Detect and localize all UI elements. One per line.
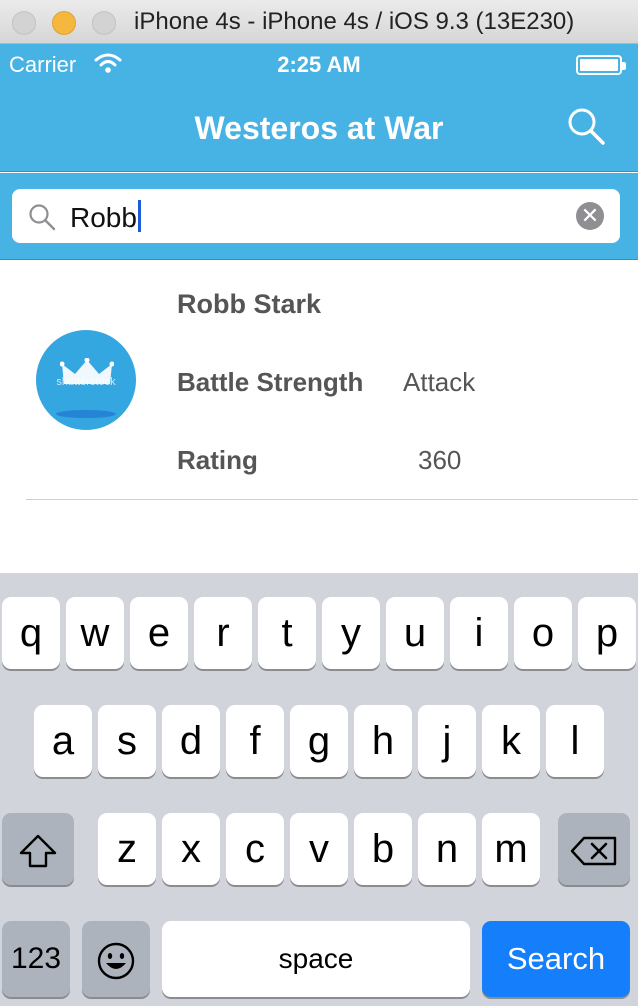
- nav-title: Westeros at War: [194, 110, 444, 146]
- key-f[interactable]: f: [226, 705, 284, 777]
- space-key[interactable]: space: [162, 921, 470, 997]
- shift-key[interactable]: [2, 813, 74, 885]
- key-n[interactable]: n: [418, 813, 476, 885]
- battery-icon: [576, 55, 626, 75]
- key-t[interactable]: t: [258, 597, 316, 669]
- key-r[interactable]: r: [194, 597, 252, 669]
- search-icon[interactable]: [566, 106, 606, 146]
- window-title: iPhone 4s - iPhone 4s / iOS 9.3 (13E230): [134, 8, 575, 35]
- search-input-value: Robb: [70, 202, 137, 233]
- key-v[interactable]: v: [290, 813, 348, 885]
- window-zoom-button[interactable]: [92, 11, 116, 35]
- window-minimize-button[interactable]: [52, 11, 76, 35]
- search-bar: Robb ✕: [0, 173, 638, 260]
- key-a[interactable]: a: [34, 705, 92, 777]
- key-w[interactable]: w: [66, 597, 124, 669]
- key-y[interactable]: y: [322, 597, 380, 669]
- avatar-watermark: shutterstock: [56, 376, 116, 388]
- simulator-title-bar: iPhone 4s - iPhone 4s / iOS 9.3 (13E230): [0, 0, 638, 44]
- backspace-icon: [570, 837, 617, 866]
- character-name: Robb Stark: [177, 289, 322, 319]
- search-return-key[interactable]: Search: [482, 921, 630, 997]
- status-time: 2:25 AM: [277, 52, 361, 77]
- key-z[interactable]: z: [98, 813, 156, 885]
- battle-strength-label: Battle Strength: [177, 367, 364, 397]
- key-i[interactable]: i: [450, 597, 508, 669]
- key-o[interactable]: o: [514, 597, 572, 669]
- key-s[interactable]: s: [98, 705, 156, 777]
- search-input[interactable]: Robb: [70, 200, 141, 234]
- emoji-icon: [97, 943, 135, 980]
- key-l[interactable]: l: [546, 705, 604, 777]
- window-close-button[interactable]: [12, 11, 36, 35]
- avatar: shutterstock: [36, 330, 136, 430]
- rating-value: 360: [418, 445, 462, 475]
- numbers-key[interactable]: 123: [2, 921, 70, 997]
- key-u[interactable]: u: [386, 597, 444, 669]
- key-p[interactable]: p: [578, 597, 636, 669]
- navigation-header: Carrier 2:25 AM Westeros at War: [0, 44, 638, 172]
- emoji-key[interactable]: [82, 921, 150, 997]
- key-g[interactable]: g: [290, 705, 348, 777]
- key-x[interactable]: x: [162, 813, 220, 885]
- battle-strength-value: Attack: [403, 367, 476, 397]
- magnifier-icon: [29, 204, 56, 231]
- keyboard: q w e r t y u i o p a s d f g h j k l z …: [0, 573, 638, 1006]
- key-h[interactable]: h: [354, 705, 412, 777]
- key-c[interactable]: c: [226, 813, 284, 885]
- key-b[interactable]: b: [354, 813, 412, 885]
- shift-icon: [19, 835, 57, 868]
- key-k[interactable]: k: [482, 705, 540, 777]
- search-field[interactable]: Robb ✕: [12, 189, 620, 243]
- key-q[interactable]: q: [2, 597, 60, 669]
- delete-key[interactable]: [558, 813, 630, 885]
- key-d[interactable]: d: [162, 705, 220, 777]
- rating-label: Rating: [177, 445, 258, 475]
- key-j[interactable]: j: [418, 705, 476, 777]
- key-m[interactable]: m: [482, 813, 540, 885]
- avatar-glow: [56, 410, 116, 418]
- row-separator: [26, 499, 638, 500]
- key-e[interactable]: e: [130, 597, 188, 669]
- result-row[interactable]: shutterstock Robb Stark Battle Strength …: [0, 261, 638, 500]
- clear-icon[interactable]: ✕: [576, 202, 604, 230]
- text-caret: [137, 200, 141, 232]
